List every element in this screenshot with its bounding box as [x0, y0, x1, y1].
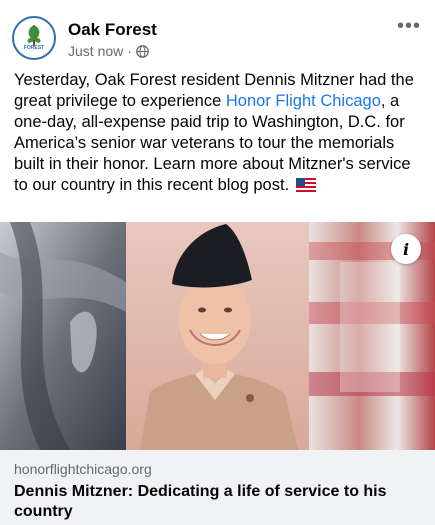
more-options-icon[interactable]: •••	[397, 16, 421, 36]
link-domain: honorflightchicago.org	[14, 461, 152, 477]
globe-icon	[136, 44, 149, 58]
page-avatar[interactable]: FOREST	[12, 16, 56, 60]
link-preview-card[interactable]: honorflightchicago.org Dennis Mitzner: D…	[0, 450, 435, 525]
post-meta: Just now ·	[68, 43, 149, 59]
link-title[interactable]: Dennis Mitzner: Dedicating a life of ser…	[14, 482, 414, 522]
post-timestamp[interactable]: Just now	[68, 43, 123, 59]
page-name[interactable]: Oak Forest	[68, 20, 157, 40]
logo-text-bottom: FOREST	[24, 45, 44, 51]
us-flag-emoji	[295, 177, 316, 198]
post-image[interactable]: i	[0, 222, 435, 450]
veteran-portrait-image	[0, 222, 435, 450]
honor-flight-link[interactable]: Honor Flight Chicago	[226, 92, 381, 110]
meta-separator: ·	[127, 43, 132, 59]
info-icon[interactable]: i	[391, 234, 421, 264]
post-header: FOREST Oak Forest Just now · •••	[0, 0, 435, 66]
oak-forest-logo: FOREST	[15, 19, 53, 57]
post-caption: Yesterday, Oak Forest resident Dennis Mi…	[14, 70, 424, 198]
